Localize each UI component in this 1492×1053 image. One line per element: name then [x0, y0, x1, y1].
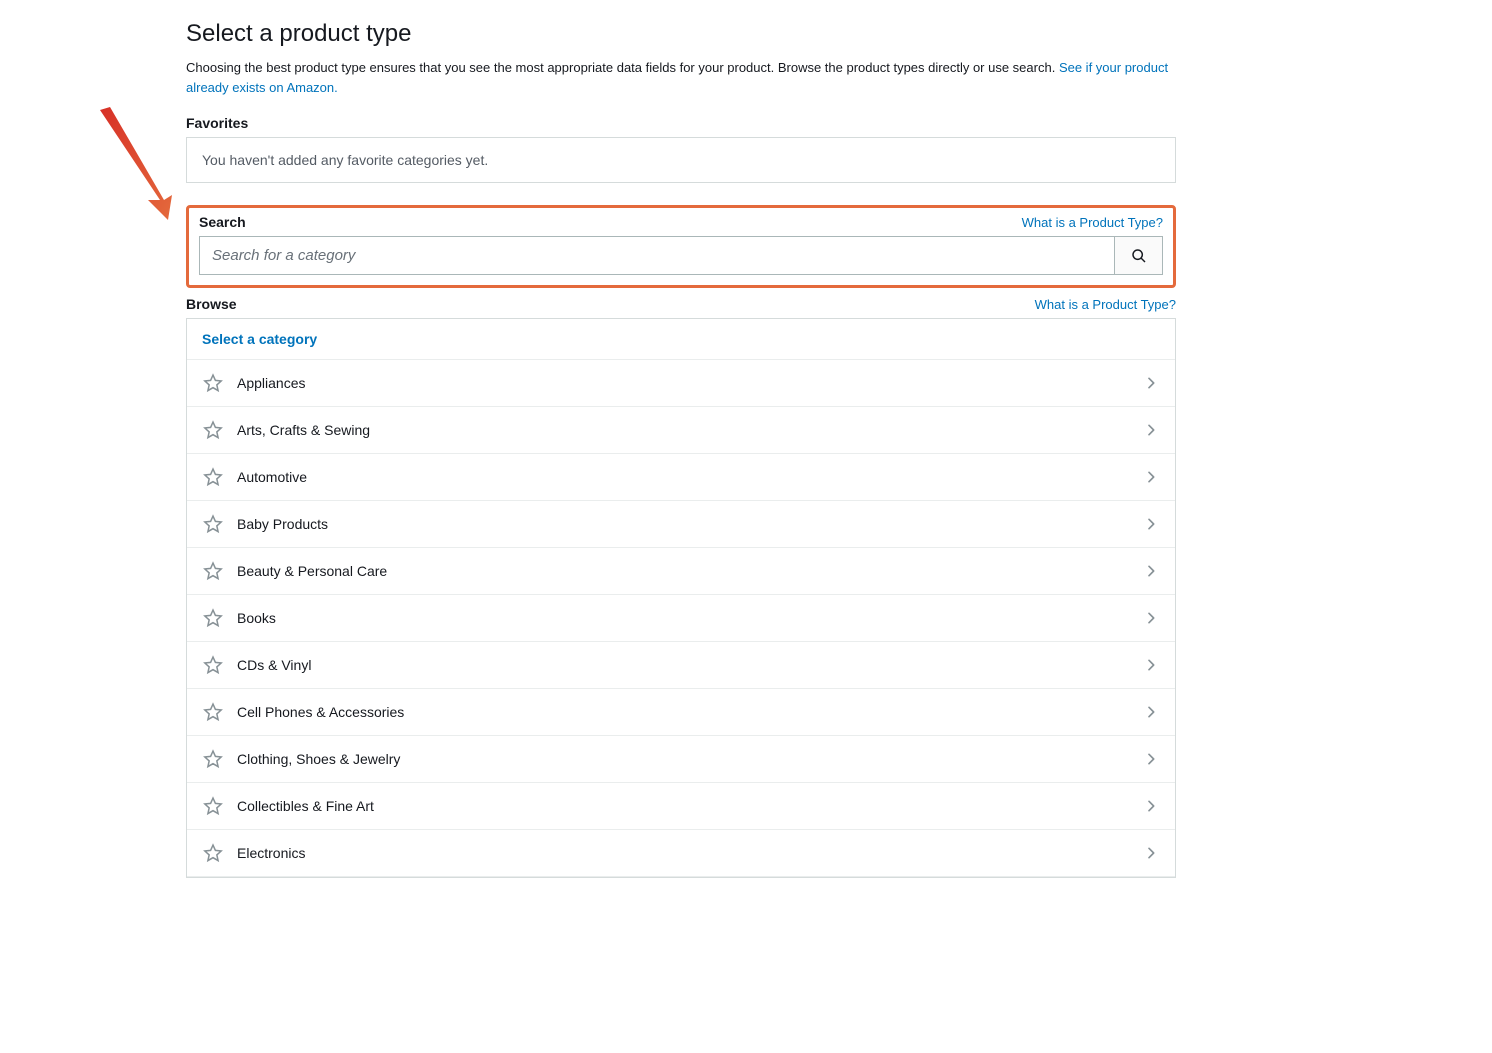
category-row[interactable]: Books	[187, 595, 1175, 642]
category-row[interactable]: Cell Phones & Accessories	[187, 689, 1175, 736]
category-row[interactable]: Electronics	[187, 830, 1175, 877]
category-row[interactable]: Appliances	[187, 360, 1175, 407]
category-row[interactable]: CDs & Vinyl	[187, 642, 1175, 689]
category-label: Books	[237, 610, 1143, 626]
star-icon[interactable]	[203, 467, 223, 487]
category-label: Baby Products	[237, 516, 1143, 532]
star-icon[interactable]	[203, 655, 223, 675]
category-label: Appliances	[237, 375, 1143, 391]
intro-text: Choosing the best product type ensures t…	[186, 60, 1059, 75]
select-category-header: Select a category	[187, 319, 1175, 360]
search-button[interactable]	[1115, 236, 1163, 275]
chevron-right-icon	[1143, 845, 1159, 861]
chevron-right-icon	[1143, 563, 1159, 579]
star-icon[interactable]	[203, 373, 223, 393]
chevron-right-icon	[1143, 469, 1159, 485]
category-label: Electronics	[237, 845, 1143, 861]
category-label: Arts, Crafts & Sewing	[237, 422, 1143, 438]
annotation-arrow	[90, 105, 190, 225]
chevron-right-icon	[1143, 516, 1159, 532]
search-icon	[1131, 248, 1147, 264]
category-row[interactable]: Collectibles & Fine Art	[187, 783, 1175, 830]
chevron-right-icon	[1143, 375, 1159, 391]
search-help-link[interactable]: What is a Product Type?	[1022, 215, 1163, 230]
category-label: CDs & Vinyl	[237, 657, 1143, 673]
favorites-empty-box: You haven't added any favorite categorie…	[186, 137, 1176, 183]
category-row[interactable]: Baby Products	[187, 501, 1175, 548]
favorites-heading: Favorites	[186, 115, 1176, 131]
search-heading: Search	[199, 214, 246, 230]
category-label: Cell Phones & Accessories	[237, 704, 1143, 720]
category-label: Beauty & Personal Care	[237, 563, 1143, 579]
category-label: Automotive	[237, 469, 1143, 485]
page-title: Select a product type	[186, 20, 1176, 48]
chevron-right-icon	[1143, 798, 1159, 814]
category-label: Collectibles & Fine Art	[237, 798, 1143, 814]
star-icon[interactable]	[203, 702, 223, 722]
browse-panel: Select a category Appliances Arts, Crafts…	[186, 318, 1176, 878]
category-label: Clothing, Shoes & Jewelry	[237, 751, 1143, 767]
star-icon[interactable]	[203, 514, 223, 534]
star-icon[interactable]	[203, 796, 223, 816]
category-list[interactable]: Appliances Arts, Crafts & Sewing Automotiv…	[187, 360, 1175, 877]
search-input[interactable]	[199, 236, 1115, 275]
browse-help-link[interactable]: What is a Product Type?	[1035, 297, 1176, 312]
star-icon[interactable]	[203, 843, 223, 863]
category-row[interactable]: Clothing, Shoes & Jewelry	[187, 736, 1175, 783]
star-icon[interactable]	[203, 420, 223, 440]
category-row[interactable]: Arts, Crafts & Sewing	[187, 407, 1175, 454]
browse-heading: Browse	[186, 296, 237, 312]
chevron-right-icon	[1143, 751, 1159, 767]
category-row[interactable]: Automotive	[187, 454, 1175, 501]
chevron-right-icon	[1143, 704, 1159, 720]
star-icon[interactable]	[203, 749, 223, 769]
intro-paragraph: Choosing the best product type ensures t…	[186, 58, 1176, 97]
search-section-highlight: Search What is a Product Type?	[186, 205, 1176, 288]
category-row[interactable]: Beauty & Personal Care	[187, 548, 1175, 595]
chevron-right-icon	[1143, 422, 1159, 438]
star-icon[interactable]	[203, 608, 223, 628]
chevron-right-icon	[1143, 657, 1159, 673]
chevron-right-icon	[1143, 610, 1159, 626]
star-icon[interactable]	[203, 561, 223, 581]
